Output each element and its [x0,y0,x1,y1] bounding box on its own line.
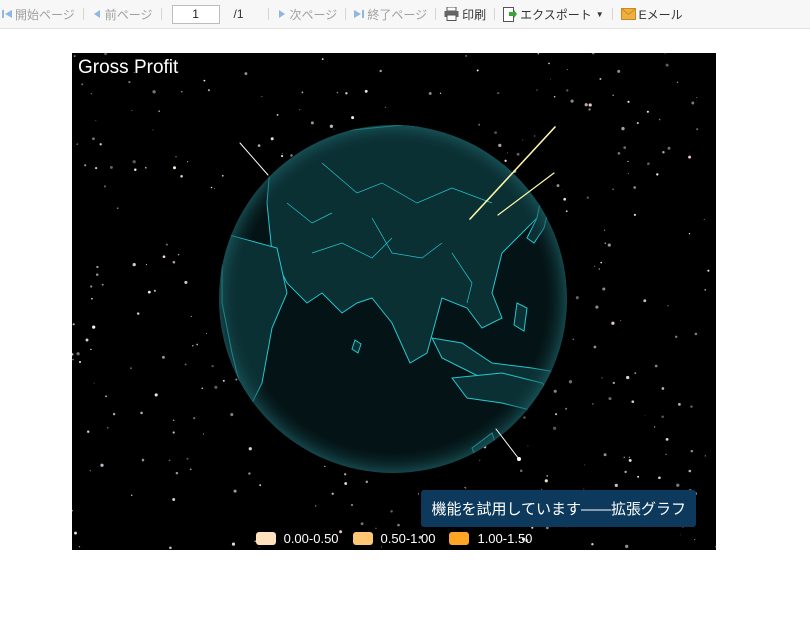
legend-label: 1.00-1.50 [477,531,533,546]
first-page-button[interactable]: 開始ページ [0,0,77,28]
export-dropdown[interactable]: エクスポート ▼ [501,0,606,28]
printer-icon [444,7,459,21]
next-page-icon [278,10,285,18]
flow-end-dot [517,457,521,461]
toolbar-divider [435,8,437,20]
print-button[interactable]: 印刷 [442,0,488,28]
toolbar-divider [160,8,162,20]
prev-page-button[interactable]: 前ページ [90,0,155,28]
page-total: /1 [233,7,244,21]
globe-rim [219,125,567,473]
email-button[interactable]: Eメール [619,0,685,28]
legend-label: 0.00-0.50 [283,531,339,546]
globe-map [219,125,567,473]
legend-swatch [352,532,373,545]
legend-label: 0.50-1.00 [380,531,436,546]
toolbar-divider [494,8,496,20]
first-page-icon [2,10,12,18]
last-page-button[interactable]: 終了ページ [352,0,429,28]
legend-item[interactable]: 0.00-0.50 [255,531,339,546]
legend-item[interactable]: 1.00-1.50 [449,531,532,546]
legend-item[interactable]: 0.50-1.00 [352,531,436,546]
toolbar-divider [82,8,84,20]
globe-chart: Gross Profit 機能を試用しています——拡張グラフ 0.00-0.50… [72,53,716,550]
report-toolbar: 開始ページ 前ページ /1 次ページ 終了ページ 印刷 エクスポート ▼ Eメー… [0,0,810,29]
first-page-label: 開始ページ [15,7,75,22]
prev-page-icon [93,10,100,18]
next-page-label: 次ページ [289,7,338,22]
chart-title: Gross Profit [78,57,179,78]
envelope-icon [620,8,636,20]
export-label: エクスポート [520,7,592,22]
email-label: Eメール [638,7,683,22]
flow-line [495,428,520,460]
print-label: 印刷 [462,7,487,22]
toolbar-divider [611,8,613,20]
export-icon [503,6,518,22]
last-page-label: 終了ページ [367,7,428,22]
toolbar-divider [267,8,269,20]
page-number-input[interactable] [171,4,220,24]
prev-page-label: 前ページ [104,7,153,22]
flow-line [239,142,269,176]
last-page-icon [354,10,365,18]
chevron-down-icon: ▼ [595,9,604,19]
toolbar-divider [345,8,347,20]
trial-banner: 機能を試用しています——拡張グラフ [421,490,696,527]
chart-legend: 0.00-0.50 0.50-1.00 1.00-1.50 [72,531,716,546]
legend-swatch [255,532,276,545]
legend-swatch [449,532,470,545]
next-page-button[interactable]: 次ページ [275,0,340,28]
